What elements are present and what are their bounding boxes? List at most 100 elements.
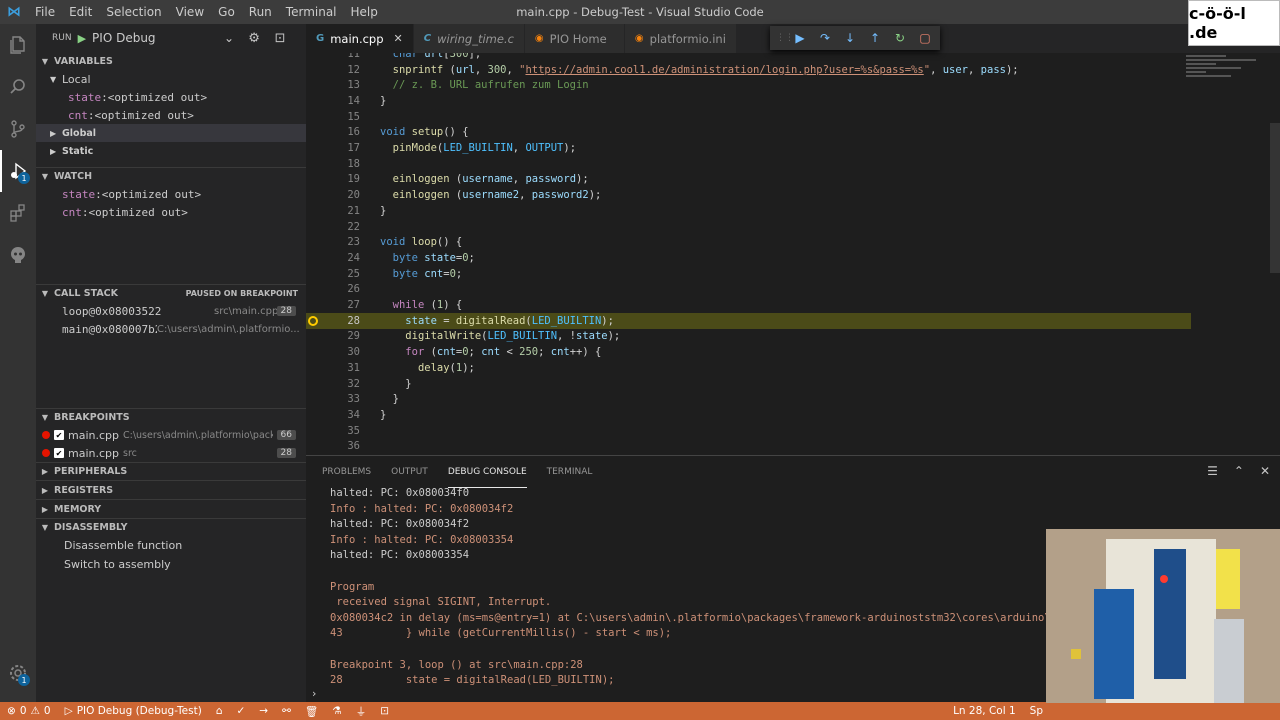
registers-header[interactable]: ▶ REGISTERS: [36, 480, 306, 499]
menu-terminal[interactable]: Terminal: [279, 0, 344, 24]
pio-home-icon[interactable]: ⌂: [209, 705, 230, 717]
watch-header[interactable]: ▼ WATCH: [36, 167, 306, 185]
debug-config-status[interactable]: ▷ PIO Debug (Debug-Test): [58, 705, 209, 717]
call-stack-header[interactable]: ▼ CALL STACK PAUSED ON BREAKPOINT: [36, 284, 306, 302]
code-line[interactable]: 13 // z. B. URL aufrufen zum Login: [306, 77, 1280, 93]
code-line[interactable]: 33 }: [306, 391, 1280, 407]
run-debug-icon[interactable]: 1: [0, 150, 36, 192]
menu-go[interactable]: Go: [211, 0, 242, 24]
step-into-icon[interactable]: ↓: [843, 31, 857, 45]
breakpoint-checkbox[interactable]: ✔: [54, 448, 64, 458]
code-line[interactable]: 16 void setup() {: [306, 125, 1280, 141]
tab-platformio-ini[interactable]: ◉ platformio.ini: [624, 24, 737, 53]
code-line[interactable]: 24 byte state=0;: [306, 250, 1280, 266]
step-over-icon[interactable]: ↷: [818, 31, 832, 45]
debug-console-icon[interactable]: ⊡: [270, 31, 290, 46]
code-line[interactable]: 29 digitalWrite(LED_BUILTIN, !state);: [306, 329, 1280, 345]
problems-indicator[interactable]: ⊗ 0 ⚠ 0: [0, 705, 58, 717]
code-line[interactable]: 11 char url[300];: [306, 53, 1280, 62]
console-prompt-icon[interactable]: ›: [312, 687, 316, 700]
pio-monitor-icon[interactable]: ⚯: [275, 705, 298, 717]
code-line[interactable]: 23 void loop() {: [306, 234, 1280, 250]
close-icon[interactable]: ✕: [394, 32, 403, 45]
variables-header[interactable]: ▼ VARIABLES: [36, 52, 306, 70]
tab-terminal[interactable]: TERMINAL: [547, 456, 593, 488]
minimap[interactable]: [1186, 53, 1266, 113]
tab-main-cpp[interactable]: G main.cpp ✕: [306, 24, 414, 53]
code-line[interactable]: 25 byte cnt=0;: [306, 266, 1280, 282]
search-icon[interactable]: [0, 66, 36, 108]
code-line[interactable]: 34}: [306, 407, 1280, 423]
switch-to-assembly-item[interactable]: Switch to assembly: [36, 555, 306, 574]
code-line[interactable]: 21}: [306, 203, 1280, 219]
indentation-status[interactable]: Sp: [1023, 705, 1050, 717]
pio-terminal-icon[interactable]: ⊡: [373, 705, 396, 717]
code-line[interactable]: 30 for (cnt=0; cnt < 250; cnt++) {: [306, 344, 1280, 360]
platformio-icon[interactable]: [0, 234, 36, 276]
code-line[interactable]: 12 snprintf (url, 300, "https://admin.co…: [306, 62, 1280, 78]
menu-file[interactable]: File: [28, 0, 62, 24]
explorer-icon[interactable]: [0, 24, 36, 66]
debug-config-select[interactable]: PIO Debug ⌄: [92, 28, 238, 48]
pio-build-icon[interactable]: ✓: [229, 705, 252, 717]
current-execution-line[interactable]: 28 state = digitalRead(LED_BUILTIN);: [306, 312, 1191, 329]
source-control-icon[interactable]: [0, 108, 36, 150]
breakpoint-item[interactable]: ✔ main.cpp src 28: [36, 444, 306, 462]
stack-frame[interactable]: main@0x080007b2 C:\users\admin\.platform…: [36, 320, 306, 338]
code-line[interactable]: 36: [306, 439, 1280, 455]
code-line[interactable]: 18: [306, 156, 1280, 172]
gear-icon[interactable]: ⚙: [244, 31, 264, 46]
drag-handle-icon[interactable]: ⋮⋮: [776, 33, 794, 43]
watch-item[interactable]: cnt: <optimized out>: [36, 203, 306, 221]
code-line[interactable]: 26: [306, 282, 1280, 298]
disassembly-header[interactable]: ▼ DISASSEMBLY: [36, 518, 306, 536]
code-line[interactable]: 15: [306, 109, 1280, 125]
code-editor[interactable]: 11 char url[300]; 12 snprintf (url, 300, …: [306, 53, 1280, 455]
start-debug-icon[interactable]: ▶: [78, 32, 86, 45]
editor-scrollbar[interactable]: [1270, 123, 1280, 273]
pio-serial-icon[interactable]: ⏚: [349, 704, 374, 719]
code-line[interactable]: 17 pinMode(LED_BUILTIN, OUTPUT);: [306, 140, 1280, 156]
code-line[interactable]: 20 einloggen (username2, password2);: [306, 187, 1280, 203]
menu-selection[interactable]: Selection: [99, 0, 168, 24]
disassemble-function-item[interactable]: Disassemble function: [36, 536, 306, 555]
code-line[interactable]: 35: [306, 423, 1280, 439]
tab-problems[interactable]: PROBLEMS: [322, 456, 371, 488]
breakpoints-header[interactable]: ▼ BREAKPOINTS: [36, 408, 306, 426]
menu-edit[interactable]: Edit: [62, 0, 99, 24]
memory-header[interactable]: ▶ MEMORY: [36, 499, 306, 518]
restart-icon[interactable]: ↻: [893, 31, 907, 45]
watch-item[interactable]: state: <optimized out>: [36, 185, 306, 203]
code-line[interactable]: 27 while (1) {: [306, 297, 1280, 313]
tab-wiring-time[interactable]: C wiring_time.c: [413, 24, 525, 53]
menu-help[interactable]: Help: [344, 0, 385, 24]
pio-test-icon[interactable]: ⚗: [325, 705, 348, 717]
tab-pio-home[interactable]: ◉ PIO Home: [524, 24, 625, 53]
step-out-icon[interactable]: ↑: [868, 31, 882, 45]
code-line[interactable]: 22: [306, 219, 1280, 235]
tab-debug-console[interactable]: DEBUG CONSOLE: [447, 456, 527, 488]
variable-row[interactable]: cnt: <optimized out>: [36, 106, 306, 124]
pio-upload-icon[interactable]: →: [252, 705, 275, 717]
global-scope[interactable]: ▶ Global: [36, 124, 306, 142]
tab-output[interactable]: OUTPUT: [391, 456, 428, 488]
variable-row[interactable]: state: <optimized out>: [36, 88, 306, 106]
breakpoint-checkbox[interactable]: ✔: [54, 430, 64, 440]
clear-console-icon[interactable]: ☰: [1207, 464, 1218, 478]
code-line[interactable]: 31 delay(1);: [306, 360, 1280, 376]
settings-gear-icon[interactable]: 1: [0, 652, 36, 694]
static-scope[interactable]: ▶ Static: [36, 142, 306, 160]
extensions-icon[interactable]: [0, 192, 36, 234]
menu-view[interactable]: View: [169, 0, 211, 24]
cursor-position[interactable]: Ln 28, Col 1: [946, 705, 1023, 717]
stop-icon[interactable]: ▢: [918, 31, 932, 45]
code-line[interactable]: 19 einloggen (username, password);: [306, 172, 1280, 188]
peripherals-header[interactable]: ▶ PERIPHERALS: [36, 462, 306, 480]
close-panel-icon[interactable]: ✕: [1260, 464, 1270, 478]
menu-run[interactable]: Run: [242, 0, 279, 24]
code-line[interactable]: 14}: [306, 93, 1280, 109]
continue-icon[interactable]: ▶: [793, 31, 807, 45]
code-line[interactable]: 32 }: [306, 376, 1280, 392]
local-scope[interactable]: ▼ Local: [36, 70, 306, 88]
breakpoint-item[interactable]: ✔ main.cpp C:\users\admin\.platformio\pa…: [36, 426, 306, 444]
